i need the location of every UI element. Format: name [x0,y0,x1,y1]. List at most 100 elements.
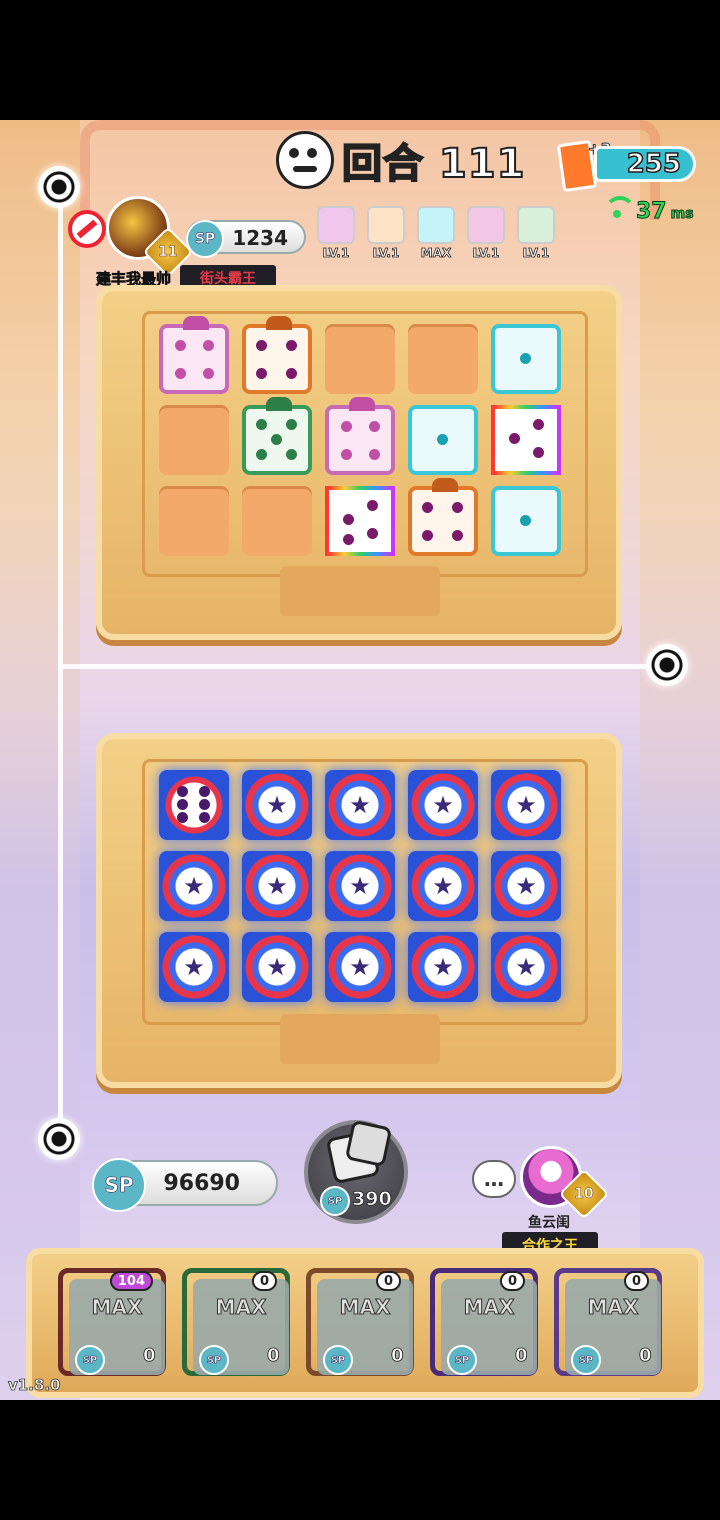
wifi-icon [604,196,632,218]
empty-slot [159,486,229,556]
opponent-deck-die: MAX [414,206,458,260]
deck-card[interactable]: MAX 0 SP 0 [306,1268,414,1376]
die[interactable] [325,851,395,921]
opponent-dice-grid [156,316,564,559]
sp-icon: SP [199,1345,229,1375]
path-line [58,188,63,668]
die[interactable] [159,770,229,840]
opponent-deck: LV.1 LV.1 MAX LV.1 LV.1 [314,206,558,260]
sp-icon: SP [323,1345,353,1375]
die[interactable] [491,770,561,840]
round-indicator: 回合 111 [276,131,526,189]
card-counter: +3 255 [556,140,700,193]
die[interactable] [242,932,312,1002]
player-dice-grid [156,767,564,1005]
deck-card[interactable]: MAX 0 SP 0 [182,1268,290,1376]
deck-card-cost: 0 [639,1345,652,1367]
portal-eye-icon [38,1118,80,1160]
die[interactable] [159,932,229,1002]
deck-card-cost: 0 [391,1345,404,1367]
die[interactable] [491,324,561,394]
deck-card-count: 0 [499,1271,525,1291]
portal-eye-icon [38,166,80,208]
deck-card-max: MAX [215,1295,267,1320]
round-label: 回合 111 [341,140,526,188]
empty-slot [242,486,312,556]
die[interactable] [159,851,229,921]
deck-die-level: LV.1 [322,246,350,261]
empty-slot [408,324,478,394]
deck-card-count: 0 [623,1271,649,1291]
die[interactable] [242,770,312,840]
deck-die-icon [467,206,505,244]
partner-name: 鱼云闺 [528,1215,570,1231]
opponent-sp-display: SP 1234 [186,220,306,258]
player-sp-display: SP 96690 [92,1158,278,1212]
die[interactable] [408,932,478,1002]
die[interactable] [491,932,561,1002]
ping-value: 37 [636,199,668,225]
opponent-sp: 1234 [232,226,288,250]
die[interactable] [242,851,312,921]
deck-die-level: MAX [420,246,452,261]
portal-eye-icon [646,644,688,686]
die[interactable] [408,405,478,475]
deck-card-cost: 0 [515,1345,528,1367]
die[interactable] [408,851,478,921]
path-line [58,668,63,1138]
version-label: v1.8.0 [8,1376,61,1395]
deck-die-icon [417,206,455,244]
deck-card-cost: 0 [267,1345,280,1367]
deck-card-count: 0 [251,1271,277,1291]
die[interactable] [242,397,312,475]
right-pillar [640,120,720,1400]
die[interactable] [325,932,395,1002]
die[interactable] [408,770,478,840]
chat-button[interactable]: … [472,1160,516,1198]
die[interactable] [325,770,395,840]
deck-card-count: 0 [375,1271,401,1291]
deck-card[interactable]: MAX 0 SP 0 [430,1268,538,1376]
die[interactable] [491,486,561,556]
roll-cost: 390 [352,1188,392,1211]
deck-card-cost: 0 [143,1345,156,1367]
path-line [58,664,668,669]
empty-slot [159,405,229,475]
sp-icon: SP [320,1186,350,1216]
die[interactable] [325,486,395,556]
opponent-deck-die: LV.1 [514,206,558,260]
left-pillar [0,120,80,1400]
opponent-deck-die: LV.1 [464,206,508,260]
network-ping: 37 ms [604,196,694,225]
opponent-deck-die: LV.1 [364,206,408,260]
deck-card[interactable]: MAX 0 SP 0 [554,1268,662,1376]
ping-unit: ms [670,206,694,223]
deck-die-level: LV.1 [472,246,500,261]
die[interactable] [242,316,312,394]
die[interactable] [491,851,561,921]
dice-icon [325,1129,381,1185]
deck-die-icon [517,206,555,244]
die[interactable] [491,405,561,475]
mute-opponent-icon[interactable] [68,210,106,248]
deck-card-max: MAX [91,1295,143,1320]
deck-card-max: MAX [463,1295,515,1320]
deck-card-count: 104 [109,1271,153,1291]
roll-dice-button[interactable]: SP 390 [304,1120,408,1224]
sp-icon: SP [186,220,224,258]
deck-die-level: LV.1 [372,246,400,261]
opponent-deck-die: LV.1 [314,206,358,260]
deck-die-icon [317,206,355,244]
die[interactable] [325,397,395,475]
die[interactable] [408,478,478,556]
card-count: 255 [626,148,682,180]
empty-slot [325,324,395,394]
deck-die-level: LV.1 [522,246,550,261]
deck-card-max: MAX [339,1295,391,1320]
boss-mask-icon [276,131,334,189]
deck-card[interactable]: MAX 104 SP 0 [58,1268,166,1376]
sp-icon: SP [447,1345,477,1375]
player-sp: 96690 [163,1171,240,1196]
deck-die-icon [367,206,405,244]
die[interactable] [159,316,229,394]
